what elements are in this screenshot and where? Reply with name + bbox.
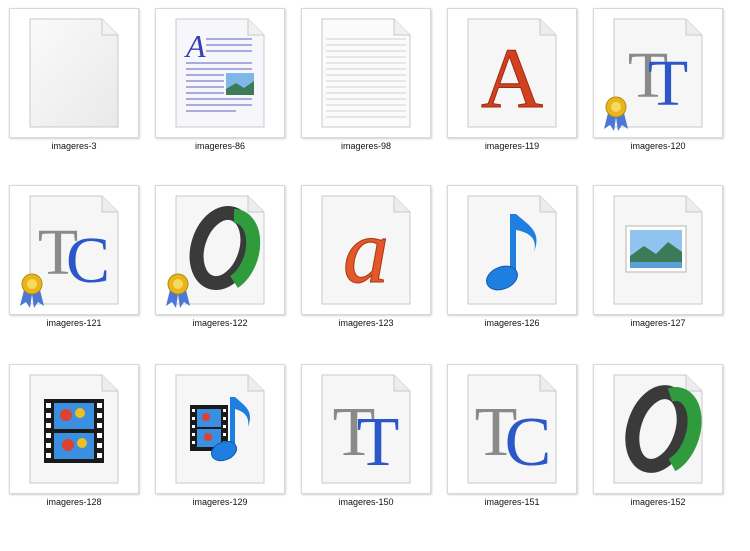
music-note-file-icon — [467, 195, 557, 305]
file-item-imageres-129[interactable]: imageres-129 — [155, 364, 301, 534]
truetype-collection-certified-icon: T C — [20, 195, 119, 308]
file-name-label: imageres-120 — [630, 141, 686, 151]
file-item-imageres-122[interactable]: imageres-122 — [155, 185, 301, 355]
file-name-label: imageres-119 — [484, 141, 540, 151]
file-name-label: imageres-122 — [192, 318, 248, 328]
thumbnail-frame: T T — [301, 364, 431, 494]
file-name-label: imageres-152 — [630, 497, 686, 507]
file-item-imageres-119[interactable]: A imageres-119 — [447, 8, 593, 178]
thumbnail-frame: T C — [9, 185, 139, 315]
thumbnail-frame — [593, 185, 723, 315]
truetype-collection-icon: T C — [467, 374, 557, 484]
thumbnail-frame: T C — [447, 364, 577, 494]
image-file-icon — [613, 195, 703, 305]
file-name-label: imageres-86 — [194, 141, 246, 151]
rich-text-document-icon: A — [175, 18, 265, 128]
file-icon-grid: imageres-3 A imageres-86 imageres-98 A i… — [0, 0, 750, 551]
video-file-icon — [29, 374, 119, 484]
file-name-label: imageres-3 — [51, 141, 97, 151]
svg-text:a: a — [343, 200, 389, 302]
opentype-certified-font-icon — [166, 195, 265, 308]
svg-text:T: T — [648, 47, 688, 120]
thumbnail-frame: A — [155, 8, 285, 138]
file-item-imageres-120[interactable]: T T imageres-120 — [593, 8, 739, 178]
file-name-label: imageres-151 — [484, 497, 540, 507]
svg-text:A: A — [184, 28, 206, 64]
thumbnail-frame: a — [301, 185, 431, 315]
thumbnail-frame — [9, 8, 139, 138]
file-name-label: imageres-121 — [46, 318, 102, 328]
svg-text:C: C — [505, 404, 552, 481]
svg-text:A: A — [481, 30, 543, 126]
file-item-imageres-3[interactable]: imageres-3 — [9, 8, 155, 178]
video-audio-file-icon — [175, 374, 265, 484]
svg-text:T: T — [357, 404, 400, 481]
file-name-label: imageres-123 — [338, 318, 394, 328]
file-name-label: imageres-98 — [340, 141, 392, 151]
file-item-imageres-123[interactable]: a imageres-123 — [301, 185, 447, 355]
file-item-imageres-121[interactable]: T C imageres-121 — [9, 185, 155, 355]
truetype-font-icon: T T — [321, 374, 411, 484]
thumbnail-frame — [155, 364, 285, 494]
thumbnail-frame — [301, 8, 431, 138]
file-name-label: imageres-127 — [630, 318, 686, 328]
lined-text-document-icon — [321, 18, 411, 128]
thumbnail-frame — [593, 364, 723, 494]
font-file-a-icon: a — [321, 195, 411, 305]
file-item-imageres-128[interactable]: imageres-128 — [9, 364, 155, 534]
file-item-imageres-127[interactable]: imageres-127 — [593, 185, 739, 355]
file-name-label: imageres-129 — [192, 497, 248, 507]
file-name-label: imageres-150 — [338, 497, 394, 507]
thumbnail-frame — [447, 185, 577, 315]
truetype-certified-font-icon: T T — [604, 18, 703, 131]
thumbnail-frame: T T — [593, 8, 723, 138]
file-item-imageres-86[interactable]: A imageres-86 — [155, 8, 301, 178]
opentype-font-icon — [613, 374, 703, 484]
file-item-imageres-151[interactable]: T C imageres-151 — [447, 364, 593, 534]
file-item-imageres-150[interactable]: T T imageres-150 — [301, 364, 447, 534]
thumbnail-frame — [155, 185, 285, 315]
thumbnail-frame — [9, 364, 139, 494]
file-item-imageres-98[interactable]: imageres-98 — [301, 8, 447, 178]
file-name-label: imageres-128 — [46, 497, 102, 507]
file-name-label: imageres-126 — [484, 318, 540, 328]
blank-document-icon — [29, 18, 119, 128]
file-item-imageres-152[interactable]: imageres-152 — [593, 364, 739, 534]
thumbnail-frame: A — [447, 8, 577, 138]
file-item-imageres-126[interactable]: imageres-126 — [447, 185, 593, 355]
font-file-A-icon: A — [467, 18, 557, 128]
svg-text:C: C — [66, 224, 110, 297]
